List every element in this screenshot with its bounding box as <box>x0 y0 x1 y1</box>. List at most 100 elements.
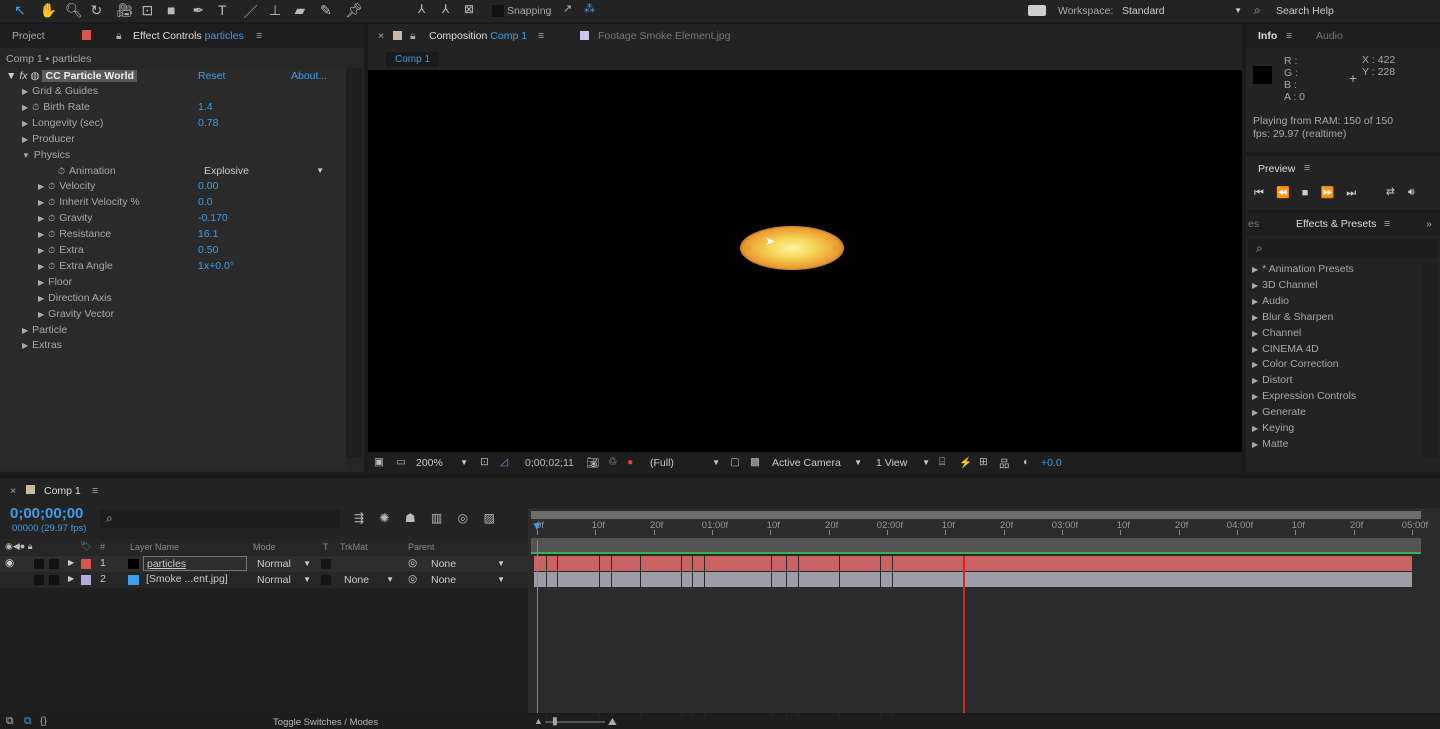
about-link[interactable]: About... <box>291 68 327 84</box>
stopwatch-icon[interactable]: ⏱ <box>48 181 55 191</box>
tab-project[interactable]: Project <box>12 30 45 42</box>
pickwhip-icon[interactable]: ◎ <box>408 557 417 569</box>
monitor-icon[interactable]: ▭ <box>396 456 406 468</box>
stopwatch-icon[interactable]: ⏱ <box>48 213 55 223</box>
prop-value[interactable]: 0.00 <box>198 178 218 194</box>
safe-margins-icon[interactable]: ◿ <box>500 456 508 468</box>
tab-info[interactable]: Info <box>1258 30 1277 42</box>
effects-category[interactable]: ▶ Blur & Sharpen <box>1252 311 1333 323</box>
effect-prop[interactable]: ⏱ Animation <box>54 163 116 179</box>
comp-buttons-icon[interactable]: ⧉ <box>6 715 14 728</box>
current-timecode[interactable]: 0;00;00;00 <box>10 505 83 522</box>
tab-footage[interactable]: Footage Smoke Element.jpg <box>598 30 731 42</box>
effect-prop[interactable]: ▶ Longevity (sec) <box>22 115 103 131</box>
prop-value[interactable]: 0.0 <box>198 194 213 210</box>
collapsed-triangle-icon[interactable]: ▶ <box>38 198 44 207</box>
effects-category[interactable]: ▶ Color Correction <box>1252 358 1339 370</box>
snapping-checkbox[interactable] <box>492 5 504 17</box>
effect-prop[interactable]: ▶ ⏱ Birth Rate <box>22 99 90 115</box>
collapsed-triangle-icon[interactable]: ▶ <box>22 326 28 335</box>
transfer-controls-icon[interactable]: {} <box>40 715 47 727</box>
prop-value[interactable]: 0.78 <box>198 115 218 131</box>
collapsed-triangle-icon[interactable]: ▶ <box>38 310 44 319</box>
effect-prop[interactable]: ▶ Extras <box>22 337 62 353</box>
comp-flowchart-icon[interactable]: ⇶ <box>354 511 364 525</box>
lock-switch[interactable] <box>49 575 59 585</box>
time-navigator[interactable] <box>531 538 1421 553</box>
close-icon[interactable]: × <box>378 30 384 42</box>
exposure-icon[interactable]: ◐ <box>1023 456 1029 468</box>
close-icon[interactable]: × <box>10 485 16 497</box>
effects-category[interactable]: ▶ * Animation Presets <box>1252 263 1354 275</box>
effect-prop[interactable]: ▶ Gravity Vector <box>38 306 114 322</box>
loop-icon[interactable]: ⇄ <box>1386 186 1395 198</box>
effect-prop[interactable]: ▶ Grid & Guides <box>22 83 98 99</box>
collapsed-triangle-icon[interactable]: ▶ <box>38 230 44 239</box>
collapsed-triangle-icon[interactable]: ▶ <box>22 135 28 144</box>
show-snapshot-icon[interactable]: ♲ <box>608 456 617 468</box>
rotate-tool-icon[interactable]: ↻ <box>91 2 103 19</box>
stop-icon[interactable]: ■ <box>1302 187 1309 199</box>
parent-dropdown[interactable]: None <box>427 556 509 572</box>
pen-tool-icon[interactable]: ✒ <box>193 2 205 19</box>
prop-value[interactable]: 1x+0.0° <box>198 258 234 274</box>
puppet-pin-tool-icon[interactable]: 📌︎ <box>346 2 364 19</box>
first-frame-icon[interactable]: ⏮ <box>1254 187 1264 199</box>
collapsed-triangle-icon[interactable]: ▶ <box>38 294 44 303</box>
brush-tool-icon[interactable]: ／ <box>244 2 258 22</box>
workspace-dropdown[interactable]: Standard <box>1118 3 1246 19</box>
timeline-icon[interactable]: ⊞ <box>979 456 988 468</box>
tab-comp[interactable]: Comp 1 <box>44 485 81 497</box>
stopwatch-icon[interactable]: ⏱ <box>48 245 55 255</box>
effect-header[interactable]: ▼ fx ◍ CC Particle World <box>6 68 137 84</box>
panel-menu-icon[interactable]: ≡ <box>256 30 262 42</box>
expanded-triangle-icon[interactable]: ▼ <box>22 151 30 160</box>
effects-category[interactable]: ▶ Keying <box>1252 422 1294 434</box>
effect-prop[interactable]: ▶ ⏱ Gravity <box>38 210 92 226</box>
hand-tool-icon[interactable]: ✋ <box>40 2 57 19</box>
layer-name[interactable]: particles <box>143 556 247 571</box>
collapsed-triangle-icon[interactable]: ▶ <box>38 214 44 223</box>
col-layer-name[interactable]: Layer Name <box>130 542 179 552</box>
stopwatch-icon[interactable]: ⏱ <box>48 261 55 271</box>
draft-3d-icon[interactable]: ✺ <box>379 511 389 525</box>
next-frame-icon[interactable]: ⏩ <box>1320 187 1334 199</box>
graph-editor-icon[interactable]: ▨ <box>483 511 494 525</box>
region-icon[interactable]: ⊡ <box>480 456 489 468</box>
collapsed-triangle-icon[interactable]: ▶ <box>22 341 28 350</box>
comp-subtab[interactable]: Comp 1 <box>386 52 440 67</box>
fast-preview-icon[interactable]: ⚡ <box>959 456 972 469</box>
exposure-value[interactable]: +0.0 <box>1041 457 1062 469</box>
effects-category[interactable]: ▶ 3D Channel <box>1252 279 1318 291</box>
stopwatch-icon[interactable]: ⏱ <box>48 197 55 207</box>
selection-tool-icon[interactable]: ↖ <box>14 2 26 19</box>
effect-prop[interactable]: ▶ Particle <box>22 322 67 338</box>
trkmat-dropdown[interactable]: None <box>340 572 398 588</box>
layer-row[interactable]: ◉ ▶ 1 particles Normal ◎ None <box>0 556 528 572</box>
layer-buttons-icon[interactable]: ⧉ <box>24 715 32 728</box>
layer-duration-bar[interactable] <box>534 572 1412 587</box>
zoom-out-icon[interactable]: ▲ <box>534 716 543 726</box>
last-frame-icon[interactable]: ⏭ <box>1346 187 1356 199</box>
tab-partial[interactable]: es <box>1248 218 1259 230</box>
effect-prop[interactable]: ▶ Direction Axis <box>38 290 112 306</box>
preserve-transparency[interactable] <box>321 575 331 585</box>
effect-prop[interactable]: ▼ Physics <box>22 147 70 163</box>
effect-prop[interactable]: ▶ Producer <box>22 131 75 147</box>
prop-value[interactable]: 0.50 <box>198 242 218 258</box>
effects-category[interactable]: ▶ Distort <box>1252 374 1293 386</box>
scrollbar[interactable] <box>346 68 362 458</box>
playhead-line[interactable] <box>962 556 965 713</box>
search-help-input[interactable]: Search Help <box>1276 5 1334 17</box>
pickwhip-icon[interactable]: ◎ <box>408 573 417 585</box>
panel-menu-icon[interactable]: ≡ <box>1384 218 1390 230</box>
effects-category[interactable]: ▶ Matte <box>1252 438 1288 450</box>
tab-effect-controls[interactable]: Effect Controls particles <box>133 30 244 42</box>
transparency-grid-icon[interactable]: ▩ <box>750 456 760 468</box>
effects-category[interactable]: ▶ Expression Controls <box>1252 390 1356 402</box>
overflow-icon[interactable]: » <box>1426 218 1432 230</box>
collapsed-triangle-icon[interactable]: ▶ <box>38 278 44 287</box>
mode-dropdown[interactable]: Normal <box>253 556 315 572</box>
tab-composition[interactable]: Composition Comp 1 <box>429 30 527 42</box>
axis-view-icon[interactable]: ⊠ <box>464 2 474 16</box>
